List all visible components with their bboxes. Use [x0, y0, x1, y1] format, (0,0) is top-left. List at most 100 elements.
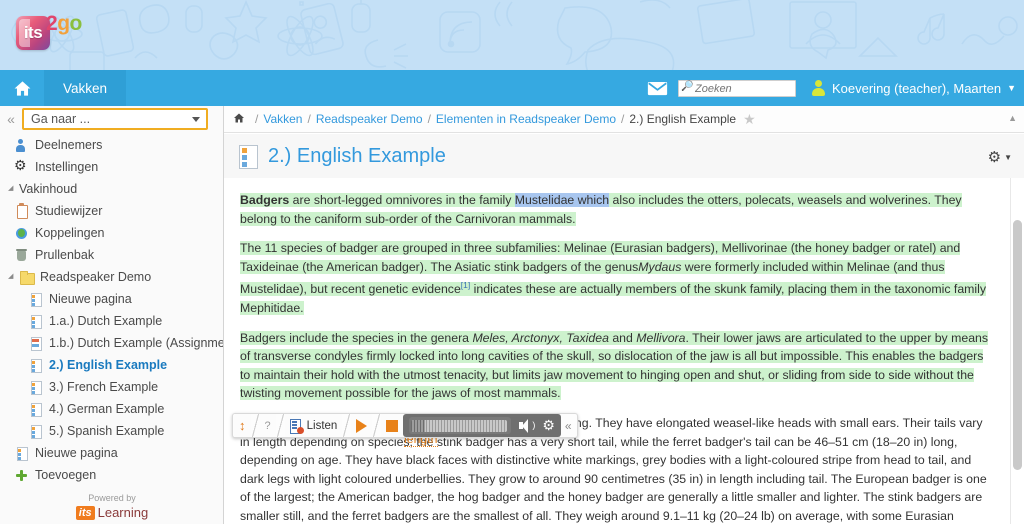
itslearning-badge: its [75, 505, 95, 520]
expander-icon[interactable]: ◢ [8, 178, 17, 200]
folder-icon [19, 270, 35, 285]
breadcrumb-home-button[interactable] [233, 112, 250, 127]
chevron-down-icon: ▼ [1007, 83, 1016, 93]
p3-seg-a: Badgers include the species in the gener… [240, 330, 473, 345]
divider [250, 414, 260, 437]
navbar-right-group: 🔍 Koevering (teacher), Maarten ▼ [647, 70, 1024, 106]
paragraph-3: Badgers include the species in the gener… [240, 329, 990, 403]
sidebar-item-koppelingen[interactable]: Koppelingen [0, 222, 223, 244]
sidebar-item-nieuwe-pagina[interactable]: Nieuwe pagina [0, 288, 223, 310]
sidebar-item-toevoegen[interactable]: Toevoegen [0, 464, 223, 486]
sidebar-item-label: 1.a.) Dutch Example [49, 314, 163, 328]
content-scrollbar-thumb[interactable] [1013, 220, 1022, 470]
readspeaker-play-button[interactable] [351, 414, 373, 437]
readspeaker-settings-button[interactable]: ⚙ [540, 414, 557, 437]
sidebar-item-instellingen[interactable]: Instellingen [0, 156, 223, 178]
p3-seg-b: and [608, 330, 637, 345]
readspeaker-player: ↕ ? Listen ) ⚙ « [232, 413, 578, 438]
readspeaker-stop-button[interactable] [381, 414, 404, 437]
listen-speaker-icon [289, 418, 304, 434]
sidebar-item-label: 5.) Spanish Example [49, 424, 165, 438]
stop-icon [386, 419, 399, 432]
sidebar-item-3-french-example[interactable]: 3.) French Example [0, 376, 223, 398]
content-scroll-region[interactable]: NEW CONTENT BLOCK ⋯ ⋯ — ✕ Badgers are sh… [224, 178, 1024, 524]
messages-button[interactable] [647, 81, 668, 96]
divider [372, 414, 382, 437]
content-scrollbar[interactable] [1013, 182, 1022, 522]
readspeaker-resize-button[interactable]: ↕ [234, 414, 251, 437]
gear-icon: ⚙ [987, 149, 1002, 166]
assignment-icon [28, 336, 43, 351]
page-icon [28, 380, 43, 395]
readspeaker-collapse-button[interactable]: « [561, 419, 576, 433]
sidebar-item-label: Readspeaker Demo [40, 270, 152, 284]
page-icon [238, 144, 259, 169]
sidebar-item-studiewijzer[interactable]: Studiewijzer [0, 200, 223, 222]
banner-doodle-pattern [11, 0, 1018, 70]
readspeaker-listen-button[interactable]: Listen [284, 414, 343, 437]
sidebar-item-vakinhoud[interactable]: ◢ Vakinhoud [0, 178, 223, 200]
page-icon [28, 292, 43, 307]
sidebar-item-2-english-example[interactable]: 2.) English Example [0, 354, 223, 376]
sidebar-item-label: 2.) English Example [49, 358, 168, 372]
main-navbar: Vakken 🔍 Koevering (teacher), Maarten ▼ [0, 70, 1024, 106]
readspeaker-playback-group: ) ⚙ [403, 414, 561, 437]
paragraph-1: Badgers are short-legged omnivores in th… [240, 191, 990, 228]
sidebar-item-label: Nieuwe pagina [49, 292, 132, 306]
nav-home-button[interactable] [0, 70, 44, 106]
user-menu-button[interactable]: Koevering (teacher), Maarten ▼ [810, 80, 1024, 96]
sidebar-item-1-a-dutch-example[interactable]: 1.a.) Dutch Example [0, 310, 223, 332]
sidebar-item-prullenbak[interactable]: Prullenbak [0, 244, 223, 266]
sidebar-item-5-spanish-example[interactable]: 5.) Spanish Example [0, 420, 223, 442]
readspeaker-volume-button[interactable]: ) [517, 414, 536, 437]
search-container: 🔍 [677, 79, 796, 98]
sidebar-collapse-button[interactable]: « [0, 106, 22, 132]
main-content-area: / Vakken / Readspeaker Demo / Elementen in Re… [224, 106, 1024, 524]
sidebar-item-deelnemers[interactable]: Deelnemers [0, 134, 223, 156]
reference-1[interactable]: [1] [461, 280, 470, 290]
readspeaker-progress-track [411, 419, 508, 432]
divider [342, 414, 352, 437]
page-settings-button[interactable]: ⚙ ▼ [988, 148, 1012, 166]
divider [275, 414, 285, 437]
favorite-star-icon[interactable]: ★ [743, 111, 756, 128]
sidebar-item-label: Nieuwe pagina [35, 446, 118, 460]
sidebar-item-nieuwe-pagina[interactable]: Nieuwe pagina [0, 442, 223, 464]
scroll-up-icon[interactable]: ▲ [1008, 113, 1017, 123]
breadcrumb-item: 2.) English Example [629, 112, 737, 126]
logo-word-g: g [57, 12, 70, 35]
resize-icon: ↕ [239, 418, 246, 433]
sidebar-item-label: Deelnemers [35, 138, 103, 152]
avatar [810, 80, 826, 96]
volume-icon: ) [519, 418, 535, 433]
page-icon [28, 402, 43, 417]
goto-dropdown[interactable]: Ga naar ... [22, 108, 208, 130]
search-input[interactable] [677, 80, 796, 98]
powered-by-block: Powered by its Learning [0, 493, 223, 520]
sidebar-item-readspeaker-demo[interactable]: ◢ Readspeaker Demo [0, 266, 223, 288]
readspeaker-help-button[interactable]: ? [259, 414, 276, 437]
powered-by-label: Powered by [88, 493, 136, 503]
chevron-down-icon: ▼ [1004, 152, 1012, 162]
breadcrumb-item[interactable]: Elementen in Readspeaker Demo [436, 112, 616, 126]
logo-word-o: o [69, 12, 83, 35]
sidebar-item-4-german-example[interactable]: 4.) German Example [0, 398, 223, 420]
expander-icon[interactable]: ◢ [8, 266, 17, 288]
page-icon [28, 314, 43, 329]
breadcrumb: / Vakken / Readspeaker Demo / Elementen in Re… [224, 106, 1024, 133]
breadcrumb-item[interactable]: Readspeaker Demo [316, 112, 423, 126]
sidebar-item-1-b-dutch-example-assignment[interactable]: 1.b.) Dutch Example (Assignment) [0, 332, 224, 354]
p1-highlighted-sentence: Mustelidae which [514, 193, 610, 207]
trash-icon [14, 248, 29, 263]
gear-icon: ⚙ [542, 417, 555, 433]
readspeaker-progress-slider[interactable] [409, 417, 512, 434]
nav-tab-vakken-label: Vakken [63, 80, 108, 96]
breadcrumb-items: / Vakken / Readspeaker Demo / Elementen in Re… [250, 112, 736, 126]
sidebar-item-label: 1.b.) Dutch Example (Assignment) [49, 336, 224, 350]
sidebar-item-label: Koppelingen [35, 226, 105, 240]
breadcrumb-item[interactable]: Vakken [263, 112, 302, 126]
nav-tab-vakken[interactable]: Vakken [44, 70, 127, 106]
breadcrumb-separator: / [427, 112, 431, 126]
p1-seg-a: are short-legged omnivores in the family [289, 193, 515, 207]
p3-genera: Meles, Arctonyx, Taxidea [472, 330, 609, 345]
